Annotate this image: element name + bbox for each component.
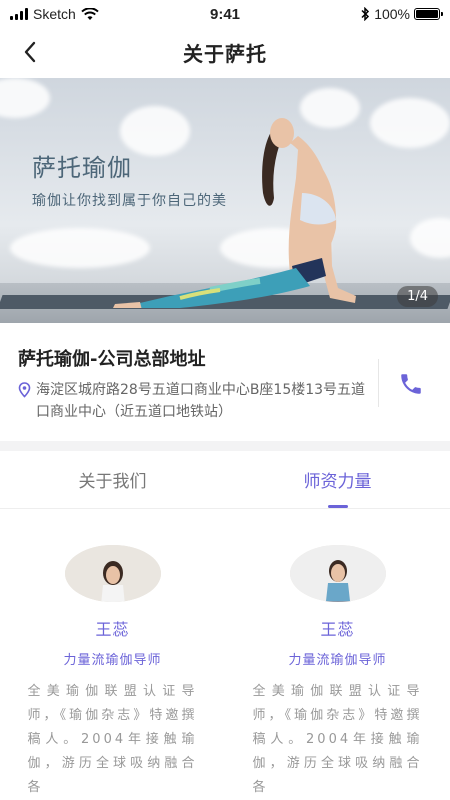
battery-icon (414, 8, 443, 20)
phone-icon (401, 374, 421, 394)
address-text-block: 海淀区城府路28号五道口商业中心B座15楼13号五道口商业中心（近五道口地铁站） (18, 379, 368, 423)
nav-bar: 关于萨托 (0, 28, 450, 76)
back-button[interactable] (18, 40, 42, 64)
teacher-name: 王蕊 (95, 620, 130, 639)
carrier-label: Sketch (33, 6, 76, 22)
address-card: 萨托瑜伽-公司总部地址 海淀区城府路28号五道口商业中心B座15楼13号五道口商… (0, 323, 450, 441)
tab-label: 师资力量 (303, 472, 372, 492)
active-tab-indicator (327, 505, 348, 508)
status-left: Sketch (10, 6, 160, 22)
tab-teachers[interactable]: 师资力量 (225, 451, 450, 508)
teacher-avatar (64, 545, 161, 602)
teacher-photo (64, 545, 161, 602)
section-separator (0, 441, 450, 451)
location-pin-icon (18, 382, 31, 398)
battery-percent: 100% (374, 6, 410, 22)
wifi-icon (81, 7, 99, 20)
status-time: 9:41 (209, 5, 241, 23)
page-indicator: 1/4 (397, 286, 438, 307)
teacher-bio: 全美瑜伽联盟认证导师，《瑜伽杂志》特邀撰稿人。2004年接触瑜伽，游历全球吸纳融… (27, 684, 198, 795)
teacher-bio: 全美瑜伽联盟认证导师，《瑜伽杂志》特邀撰稿人。2004年接触瑜伽，游历全球吸纳融… (252, 684, 423, 795)
teacher-card[interactable]: 王蕊 力量流瑜伽导师 全美瑜伽联盟认证导师，《瑜伽杂志》特邀撰稿人。2004年接… (225, 509, 450, 800)
teacher-photo (289, 545, 386, 602)
chevron-left-icon (24, 41, 36, 63)
bluetooth-icon (361, 7, 370, 21)
banner-carousel[interactable]: 萨托瑜伽 瑜伽让你找到属于你自己的美 1/4 (0, 78, 450, 323)
teacher-title: 力量流瑜伽导师 (63, 653, 162, 668)
page-title: 关于萨托 (183, 41, 267, 66)
address-title: 萨托瑜伽-公司总部地址 (18, 349, 206, 370)
tab-label: 关于我们 (78, 472, 147, 492)
divider (378, 359, 379, 407)
teacher-name: 王蕊 (320, 620, 355, 639)
status-bar: Sketch 9:41 100% (0, 0, 450, 28)
tab-bar: 关于我们 师资力量 (0, 451, 450, 509)
address-text: 海淀区城府路28号五道口商业中心B座15楼13号五道口商业中心（近五道口地铁站） (36, 382, 366, 420)
call-button[interactable] (398, 371, 426, 399)
teacher-avatar (289, 545, 386, 602)
tab-about-us[interactable]: 关于我们 (0, 451, 225, 508)
status-right: 100% (290, 6, 443, 22)
teacher-list: 王蕊 力量流瑜伽导师 全美瑜伽联盟认证导师，《瑜伽杂志》特邀撰稿人。2004年接… (0, 509, 450, 800)
battery-fill (416, 10, 438, 18)
signal-icon (10, 8, 28, 20)
teacher-card[interactable]: 王蕊 力量流瑜伽导师 全美瑜伽联盟认证导师，《瑜伽杂志》特邀撰稿人。2004年接… (0, 509, 225, 800)
teacher-title: 力量流瑜伽导师 (288, 653, 387, 668)
yoga-woman-image (113, 118, 356, 308)
